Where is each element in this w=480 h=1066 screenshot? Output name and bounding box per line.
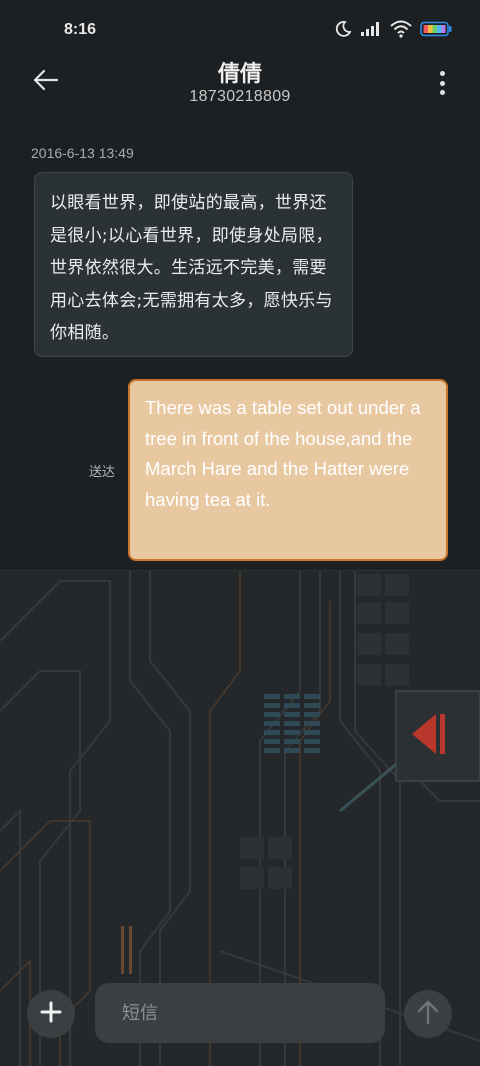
incoming-message-bubble[interactable]: 以眼看世界，即使站的最高，世界还是很小;以心看世界，即使身处局限，世界依然很大。… — [34, 172, 353, 357]
delivery-status: 送达 — [89, 465, 116, 480]
arrow-up-icon — [416, 999, 440, 1029]
status-bar: 8:16 — [0, 0, 480, 60]
signal-icon — [360, 21, 382, 41]
add-attachment-button[interactable] — [27, 990, 75, 1038]
status-time: 8:16 — [64, 21, 97, 38]
conversation-header: 倩倩 18730218809 — [0, 52, 480, 114]
contact-phone-number: 18730218809 — [189, 88, 291, 105]
message-input-container — [95, 983, 385, 1043]
message-timestamp: 2016-6-13 13:49 — [31, 145, 134, 161]
more-vertical-icon-dot — [439, 90, 445, 95]
contact-name: 倩倩 — [217, 62, 262, 87]
moon-icon — [334, 20, 352, 42]
wifi-icon — [390, 20, 412, 42]
more-options-button[interactable] — [434, 68, 450, 98]
outgoing-message-bubble[interactable]: There was a table set out under a tree i… — [128, 379, 448, 561]
send-button[interactable] — [404, 990, 452, 1038]
plus-icon — [40, 1001, 62, 1027]
status-icons — [334, 20, 452, 42]
messaging-screen: 8:16 倩倩 18730218809 2016-6-13 13:49 以眼看世… — [0, 0, 480, 1066]
message-input[interactable] — [95, 983, 385, 1043]
more-vertical-icon-dot — [439, 71, 445, 76]
more-vertical-icon-dot — [439, 80, 445, 86]
battery-icon — [420, 21, 452, 41]
